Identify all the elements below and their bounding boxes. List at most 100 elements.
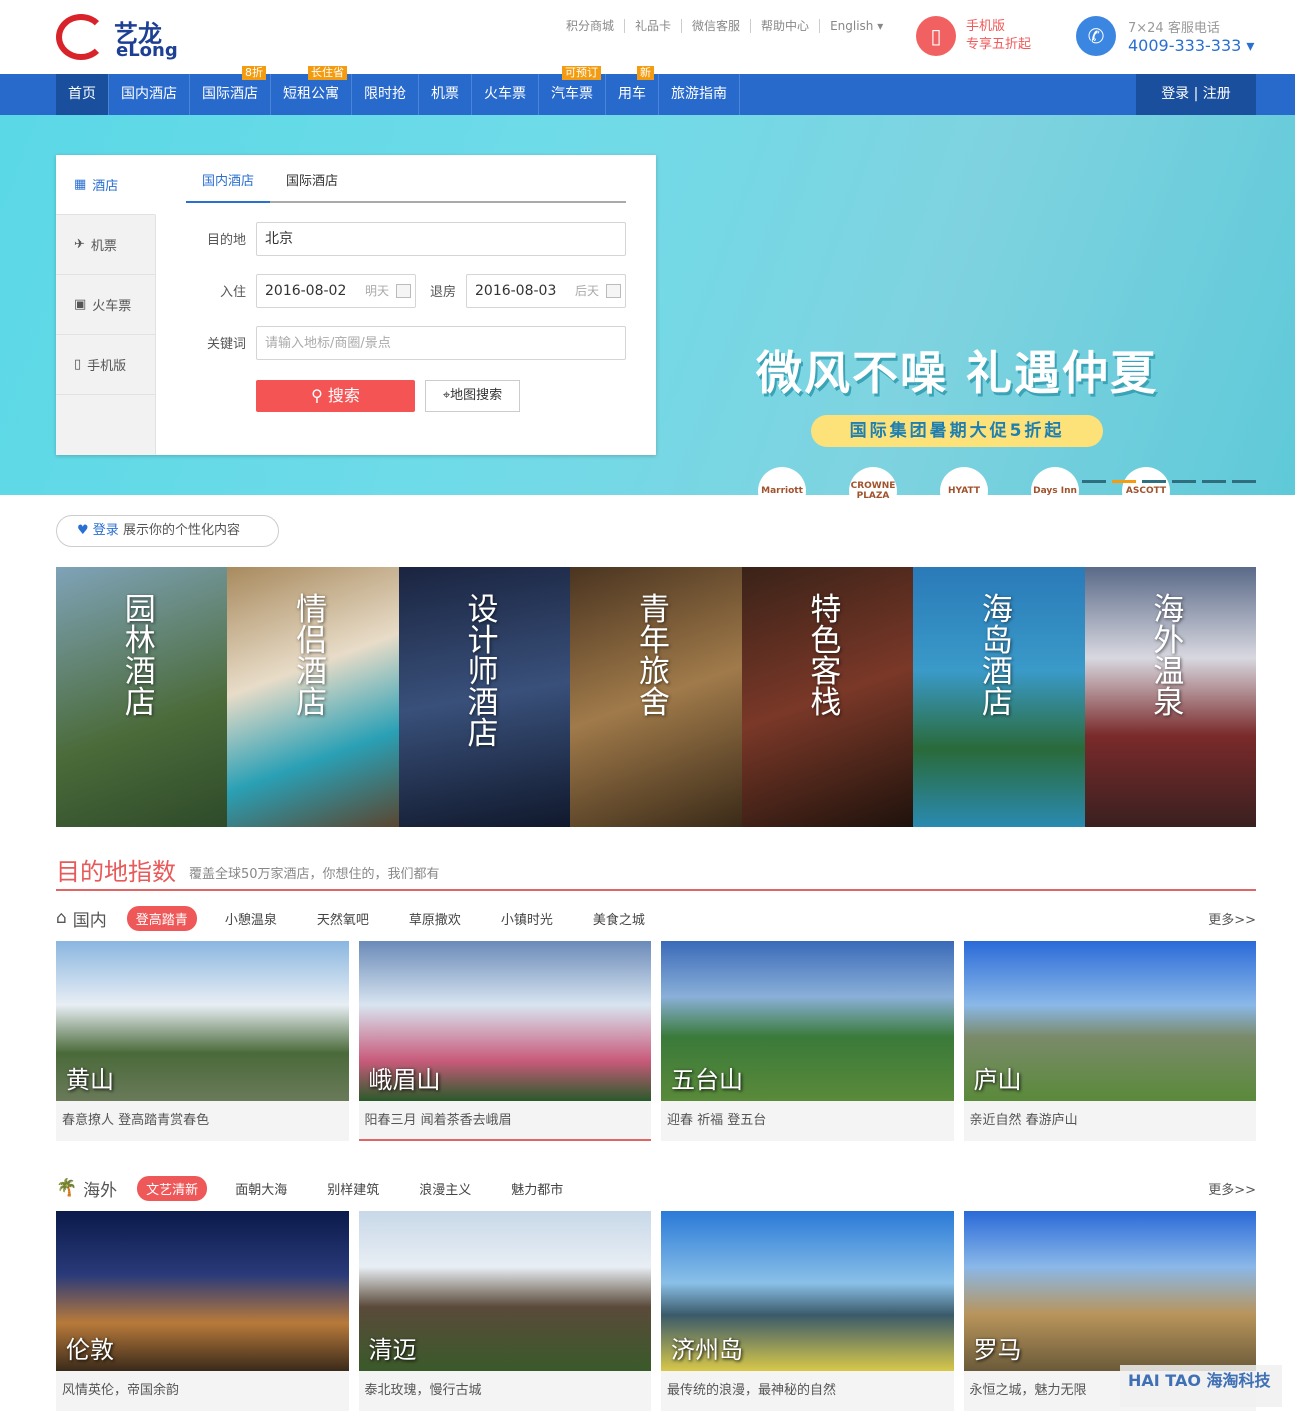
brand-logo: HYATT: [940, 467, 988, 515]
more-link[interactable]: 更多>>: [1208, 1179, 1256, 1198]
nav-item[interactable]: 机票: [419, 74, 472, 115]
search-tab[interactable]: 国际酒店: [270, 173, 354, 201]
nav-badge: 长住省: [308, 66, 347, 80]
banner-slogan: 微风不噪 礼遇仲夏: [756, 346, 1159, 400]
side-tab-label: 火车票: [92, 299, 132, 314]
mobile-promo[interactable]: ▯ 手机版 专享五折起: [916, 16, 1031, 56]
side-tab[interactable]: ✈ 机票: [56, 215, 155, 275]
nav-item-label: 火车票: [484, 86, 526, 102]
side-tab[interactable]: ▯ 手机版: [56, 335, 155, 395]
nav-item-label: 用车: [618, 86, 646, 102]
nav-item[interactable]: 火车票: [472, 74, 539, 115]
login-register-button[interactable]: 登录 | 注册: [1136, 74, 1256, 115]
side-tab-label: 酒店: [92, 179, 119, 194]
carousel-dot[interactable]: [1082, 480, 1106, 483]
category-tab[interactable]: 小镇时光: [501, 909, 553, 928]
search-panel: ▦ 酒店 ✈ 机票 ▣ 火车票 ▯ 手机版 国内酒店 国际酒店 目的地 北京 入住 2016-0…: [56, 155, 656, 455]
top-link[interactable]: 微信客服: [681, 19, 750, 33]
nav-item[interactable]: 旅游指南: [659, 74, 740, 115]
category-tab[interactable]: 天然氧吧: [317, 909, 369, 928]
card-description: 迎春 祈福 登五台: [667, 1113, 767, 1128]
top-link[interactable]: 帮助中心: [750, 19, 819, 33]
top-link[interactable]: 积分商城: [566, 19, 624, 33]
side-tab[interactable]: ▣ 火车票: [56, 275, 155, 335]
header: 艺龙 eLong 积分商城 礼品卡 微信客服 帮助中心 English ▾ ▯ 手机版 专享五…: [0, 0, 1295, 74]
top-link[interactable]: English ▾: [819, 19, 893, 33]
nav-item[interactable]: 汽车票 可预订: [539, 66, 606, 115]
category-tab[interactable]: 浪漫主义: [419, 1179, 471, 1198]
mobile-icon: ▯: [74, 357, 82, 372]
search-button[interactable]: ⚲ 搜索: [256, 380, 415, 412]
nav-item-label: 旅游指南: [671, 86, 727, 102]
heart-icon: ♥: [77, 523, 93, 538]
destination-card[interactable]: 伦敦 风情英伦，帝国余韵: [56, 1211, 349, 1411]
category-tab[interactable]: 面朝大海: [235, 1179, 287, 1198]
destination-input[interactable]: 北京: [256, 222, 626, 256]
destination-card[interactable]: 黄山 春意撩人 登高踏青赏春色: [56, 941, 349, 1141]
region-name: 海外: [83, 1180, 118, 1201]
destination-card[interactable]: 五台山 迎春 祈福 登五台: [661, 941, 954, 1141]
destination-image: 清迈: [358, 1211, 651, 1371]
checkin-date-input[interactable]: 2016-08-02 明天: [256, 274, 416, 308]
theme-tile[interactable]: 设计师酒店: [398, 567, 571, 827]
city-name: 济州岛: [671, 1336, 743, 1364]
section-subtitle: 覆盖全球50万家酒店，你想住的，我们都有: [189, 867, 440, 882]
carousel-dot[interactable]: [1202, 480, 1226, 483]
carousel-dot[interactable]: [1142, 480, 1166, 483]
overseas-label: 🌴 海外: [56, 1176, 117, 1201]
nav-item[interactable]: 短租公寓 长住省: [271, 66, 352, 115]
theme-tile[interactable]: 园林酒店: [56, 567, 228, 827]
category-tab[interactable]: 登高踏青: [126, 905, 197, 931]
nav-item[interactable]: 用车 新: [606, 66, 659, 115]
theme-tile[interactable]: 海外温泉: [1084, 567, 1256, 827]
category-tab[interactable]: 美食之城: [593, 909, 645, 928]
more-link[interactable]: 更多>>: [1208, 909, 1256, 928]
category-tab[interactable]: 别样建筑: [327, 1179, 379, 1198]
destination-card[interactable]: 庐山 亲近自然 春游庐山: [963, 941, 1256, 1141]
theme-tile[interactable]: 情侣酒店: [227, 567, 399, 827]
theme-tile[interactable]: 青年旅舍: [570, 567, 742, 827]
nav-item[interactable]: 国内酒店: [109, 74, 190, 115]
nav-item[interactable]: 首页: [56, 74, 109, 115]
destination-card[interactable]: 清迈 泰北玫瑰，慢行古城: [358, 1211, 651, 1411]
theme-tile[interactable]: 海岛酒店: [913, 567, 1085, 827]
nav-item-label: 机票: [431, 86, 459, 102]
destination-card[interactable]: 济州岛最传统的浪漫，最神秘的自然: [661, 1211, 954, 1411]
carousel-dot[interactable]: [1172, 480, 1196, 483]
hotline[interactable]: ✆ 7×24 客服电话 4009-333-333 ▾: [1076, 16, 1254, 56]
search-tab[interactable]: 国内酒店: [186, 173, 271, 203]
destination-card[interactable]: 峨眉山 阳春三月 闻着茶香去峨眉: [358, 941, 651, 1141]
category-tab[interactable]: 小憩温泉: [225, 909, 277, 928]
nav-badge: 新: [637, 66, 654, 80]
top-links: 积分商城 礼品卡 微信客服 帮助中心 English ▾: [566, 19, 893, 33]
domestic-cards: 黄山 春意撩人 登高踏青赏春色 峨眉山 阳春三月 闻着茶香去峨眉 五台山 迎春 祈福 登五…: [56, 941, 1256, 1141]
map-search-button[interactable]: ⌖地图搜索: [425, 380, 520, 412]
overseas-cards: 伦敦 风情英伦，帝国余韵 清迈 泰北玫瑰，慢行古城 济州岛 最传统的浪漫，最神秘的自然 罗马…: [56, 1211, 1256, 1411]
city-name: 罗马: [973, 1336, 1022, 1364]
nav-item[interactable]: 国际酒店 8折: [190, 66, 271, 115]
carousel-dot[interactable]: [1232, 480, 1256, 483]
nav-item[interactable]: 限时抢: [352, 74, 419, 115]
category-tab[interactable]: 文艺清新: [137, 1175, 208, 1201]
city-name: 庐山: [973, 1066, 1022, 1094]
brand-logo: Days Inn: [1031, 467, 1079, 515]
destination-image: 罗马: [963, 1211, 1256, 1371]
theme-label: 海岛酒店: [981, 592, 1013, 721]
side-tab[interactable]: ▦ 酒店: [56, 155, 156, 215]
region-name: 国内: [72, 910, 107, 931]
phone-icon: ✆: [1076, 16, 1116, 56]
keyword-input[interactable]: 请输入地标/商圈/景点: [256, 326, 626, 360]
elong-logo[interactable]: 艺龙 eLong: [56, 12, 178, 64]
brand-logo: ASCOTT: [1122, 467, 1170, 515]
theme-tile[interactable]: 特色客栈: [741, 567, 914, 827]
login-prompt[interactable]: ♥ 登录 展示你的个性化内容: [56, 515, 279, 547]
carousel-dot[interactable]: [1112, 480, 1136, 483]
card-description: 最传统的浪漫，最神秘的自然: [667, 1383, 837, 1398]
nav-badge: 可预订: [562, 66, 601, 80]
nav-item-label: 首页: [68, 86, 96, 102]
top-link[interactable]: 礼品卡: [624, 19, 681, 33]
calendar-icon: [606, 284, 621, 298]
category-tab[interactable]: 草原撒欢: [409, 909, 461, 928]
category-tab[interactable]: 魅力都市: [511, 1179, 563, 1198]
checkout-date-input[interactable]: 2016-08-03 后天: [466, 274, 626, 308]
